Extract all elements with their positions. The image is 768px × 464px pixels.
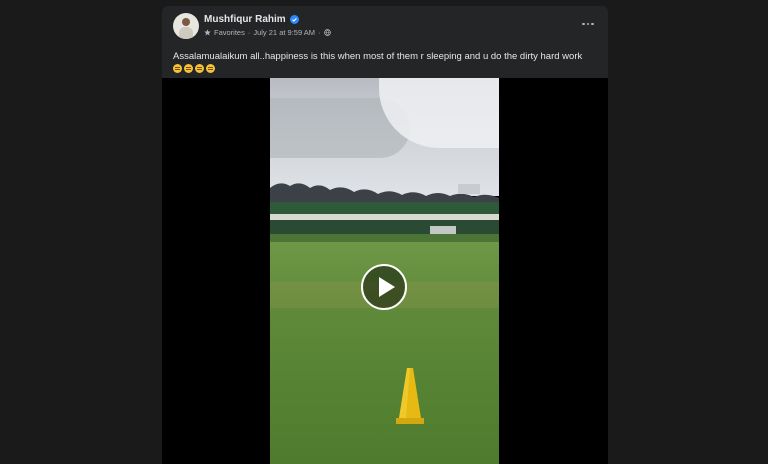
grimace-emoji-icon <box>206 64 215 73</box>
post-header: Mushfiqur Rahim Favorites · July 21 at 9… <box>162 6 608 46</box>
globe-icon[interactable] <box>323 29 331 36</box>
video-sky <box>270 78 499 196</box>
video-player[interactable] <box>162 78 608 464</box>
star-icon <box>204 29 211 36</box>
meta-separator: · <box>247 28 251 37</box>
author-row: Mushfiqur Rahim <box>204 14 299 25</box>
meta-separator-2: · <box>318 28 321 37</box>
grimace-emoji-icon <box>173 64 182 73</box>
avatar-body <box>179 27 193 39</box>
avatar[interactable] <box>173 13 199 39</box>
more-options-icon[interactable] <box>578 16 598 32</box>
avatar-head <box>182 18 190 26</box>
post-timestamp[interactable]: July 21 at 9:59 AM <box>253 28 315 37</box>
author-name[interactable]: Mushfiqur Rahim <box>204 14 286 25</box>
verified-badge-icon <box>289 15 299 24</box>
more-dot <box>586 22 590 26</box>
play-icon[interactable] <box>361 264 407 310</box>
more-dot <box>582 22 585 26</box>
cone-image <box>396 368 424 424</box>
post-caption: Assalamualaikum all..happiness is this w… <box>173 51 583 62</box>
stadium-image <box>270 183 499 246</box>
grimace-emoji-icon <box>195 64 204 73</box>
video-frame <box>270 78 499 464</box>
post-card: Mushfiqur Rahim Favorites · July 21 at 9… <box>162 6 608 464</box>
more-dot <box>591 22 594 26</box>
grimace-emoji-icon <box>184 64 193 73</box>
caption-emojis <box>173 64 215 73</box>
post-meta: Favorites · July 21 at 9:59 AM · <box>204 28 331 37</box>
audience-label[interactable]: Favorites <box>214 28 245 37</box>
